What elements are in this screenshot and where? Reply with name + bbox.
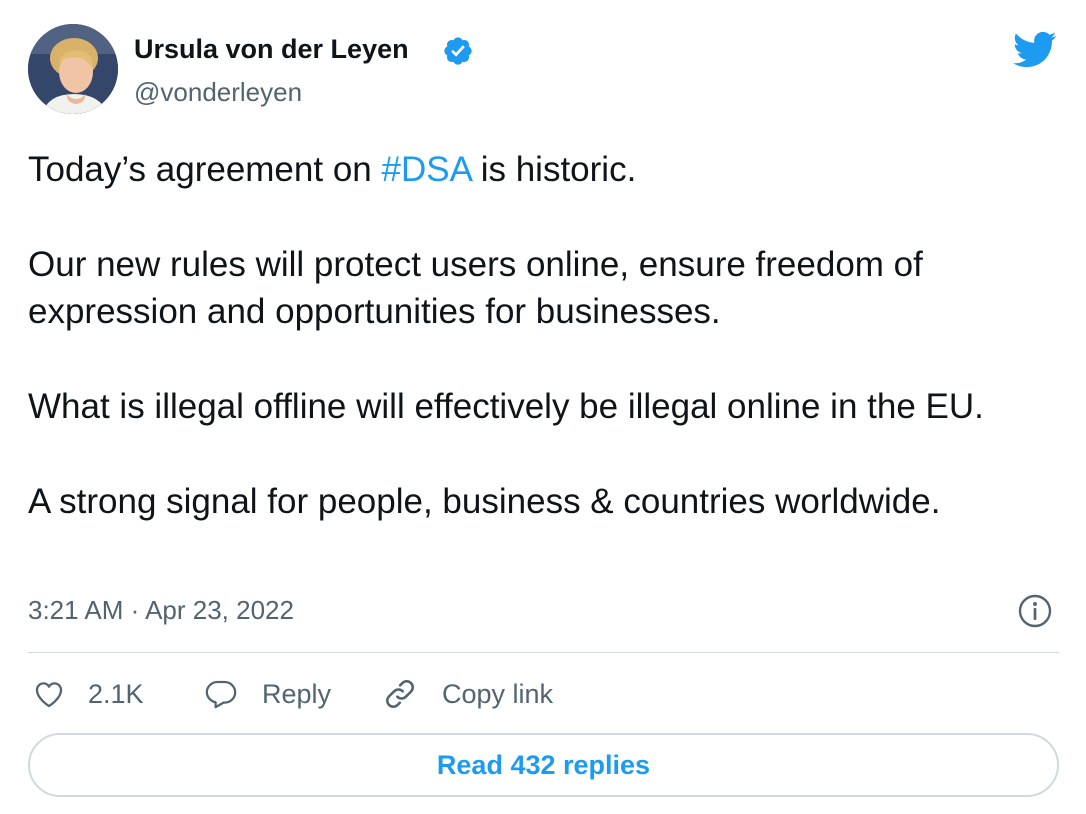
hashtag-link[interactable]: #DSA: [381, 150, 471, 189]
tweet-paragraph-1: Today’s agreement on #DSA is historic.: [28, 146, 1068, 193]
like-count: 2.1K: [88, 678, 144, 709]
tweet-text: Today’s agreement on #DSA is historic. O…: [28, 146, 1068, 525]
divider: [28, 652, 1059, 653]
twitter-bird-icon[interactable]: [1010, 27, 1060, 71]
heart-icon: [35, 682, 63, 708]
read-replies-button[interactable]: Read 432 replies: [28, 733, 1059, 797]
copy-link-button[interactable]: Copy link: [382, 672, 553, 716]
copy-link-label: Copy link: [442, 678, 554, 709]
link-icon: [386, 680, 414, 708]
reply-label: Reply: [262, 678, 332, 709]
tweet-paragraph-3: What is illegal offline will effectively…: [28, 387, 984, 426]
speech-bubble-icon: [205, 680, 237, 709]
like-button[interactable]: 2.1K: [32, 672, 144, 716]
tweet-card: Ursula von der Leyen @vonderleyen Today’…: [0, 0, 1086, 814]
author-name[interactable]: Ursula von der Leyen: [134, 31, 409, 67]
tweet-text-intro: Today’s agreement on: [28, 150, 382, 189]
tweet-paragraph-4: A strong signal for people, business & c…: [28, 482, 941, 521]
verified-badge-icon: [444, 37, 472, 65]
avatar-photo: [28, 24, 118, 114]
info-icon[interactable]: [1017, 593, 1053, 629]
tweet-paragraph-2: Our new rules will protect users online,…: [28, 245, 923, 331]
tweet-text-intro-end: is historic.: [470, 150, 637, 189]
tweet-timestamp[interactable]: 3:21 AM · Apr 23, 2022: [28, 593, 294, 627]
avatar[interactable]: [28, 24, 118, 114]
author-handle[interactable]: @vonderleyen: [134, 75, 302, 109]
reply-button[interactable]: Reply: [203, 672, 331, 716]
